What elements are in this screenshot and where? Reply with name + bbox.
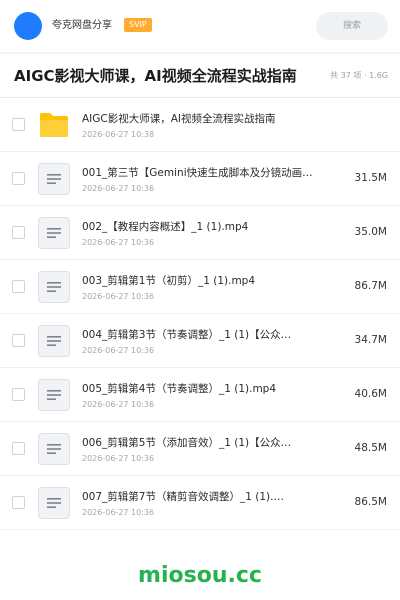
file-name: 002_【教程内容概述】_1 (1).mp4 — [82, 221, 249, 233]
file-date: 2026-06-27 10:36 — [82, 292, 155, 301]
document-icon — [38, 325, 70, 357]
file-size: 31.5M — [354, 172, 387, 184]
folder-icon — [38, 109, 70, 141]
row-checkbox[interactable] — [12, 226, 25, 239]
file-size: 40.6M — [354, 388, 387, 400]
file-name: 007_剪辑第7节（精剪音效调整）_1 (1).… — [82, 491, 284, 503]
row-checkbox[interactable] — [12, 334, 25, 347]
document-icon — [38, 433, 70, 465]
file-size: 34.7M — [354, 334, 387, 346]
avatar[interactable] — [14, 12, 42, 40]
file-date: 2026-06-27 10:36 — [82, 238, 155, 247]
vip-badge: SVIP — [124, 18, 152, 32]
file-name: 003_剪辑第1节（初剪）_1 (1).mp4 — [82, 275, 256, 287]
file-list: AIGC影视大师课，AI视频全流程实战指南 2026-06-27 10:38 001… — [0, 98, 400, 548]
search-input[interactable]: 搜索 — [316, 12, 388, 40]
file-name: 004_剪辑第3节（节奏调整）_1 (1)【公众… — [82, 329, 292, 341]
file-row[interactable]: 005_剪辑第4节（节奏调整）_1 (1).mp4 2026-06-27 10:3… — [0, 368, 400, 422]
document-icon — [38, 271, 70, 303]
file-date: 2026-06-27 10:36 — [82, 346, 155, 355]
header-bar: 夸克网盘分享 SVIP 搜索 — [0, 0, 400, 52]
site-watermark: miosou.cc — [138, 563, 262, 588]
file-size: 35.0M — [354, 226, 387, 238]
document-icon — [38, 163, 70, 195]
share-owner-name: 夸克网盘分享 — [52, 20, 112, 31]
file-name: 001_第三节【Gemini快速生成脚本及分镜动画… — [82, 167, 313, 179]
file-name: 006_剪辑第5节（添加音效）_1 (1)【公众… — [82, 437, 292, 449]
row-checkbox[interactable] — [12, 118, 25, 131]
file-row[interactable]: 006_剪辑第5节（添加音效）_1 (1)【公众… 2026-06-27 10:3… — [0, 422, 400, 476]
file-size: 86.5M — [354, 496, 387, 508]
file-date: 2026-06-27 10:36 — [82, 508, 155, 517]
folder-row[interactable]: AIGC影视大师课，AI视频全流程实战指南 2026-06-27 10:38 — [0, 98, 400, 152]
row-checkbox[interactable] — [12, 388, 25, 401]
file-date: 2026-06-27 10:36 — [82, 454, 155, 463]
item-count-summary: 共 37 项 · 1.6G — [330, 71, 388, 80]
page-title: AIGC影视大师课，AI视频全流程实战指南 — [14, 67, 297, 85]
file-size: 86.7M — [354, 280, 387, 292]
file-row[interactable]: 002_【教程内容概述】_1 (1).mp4 2026-06-27 10:36 35… — [0, 206, 400, 260]
file-name: 005_剪辑第4节（节奏调整）_1 (1).mp4 — [82, 383, 277, 395]
row-checkbox[interactable] — [12, 172, 25, 185]
file-row[interactable]: 001_第三节【Gemini快速生成脚本及分镜动画… 2026-06-27 10:… — [0, 152, 400, 206]
file-row[interactable]: 007_剪辑第7节（精剪音效调整）_1 (1).… 2026-06-27 10:3… — [0, 476, 400, 530]
file-date: 2026-06-27 10:36 — [82, 184, 155, 193]
document-icon — [38, 217, 70, 249]
folder-title-bar: AIGC影视大师课，AI视频全流程实战指南 共 37 项 · 1.6G — [0, 54, 400, 98]
document-icon — [38, 379, 70, 411]
footer: miosou.cc — [0, 548, 400, 600]
file-size: 48.5M — [354, 442, 387, 454]
file-name: AIGC影视大师课，AI视频全流程实战指南 — [82, 113, 276, 125]
file-row[interactable]: 003_剪辑第1节（初剪）_1 (1).mp4 2026-06-27 10:36 8… — [0, 260, 400, 314]
row-checkbox[interactable] — [12, 280, 25, 293]
file-date: 2026-06-27 10:36 — [82, 400, 155, 409]
document-icon — [38, 487, 70, 519]
row-checkbox[interactable] — [12, 442, 25, 455]
file-date: 2026-06-27 10:38 — [82, 130, 155, 139]
row-checkbox[interactable] — [12, 496, 25, 509]
file-row[interactable]: 004_剪辑第3节（节奏调整）_1 (1)【公众… 2026-06-27 10:3… — [0, 314, 400, 368]
